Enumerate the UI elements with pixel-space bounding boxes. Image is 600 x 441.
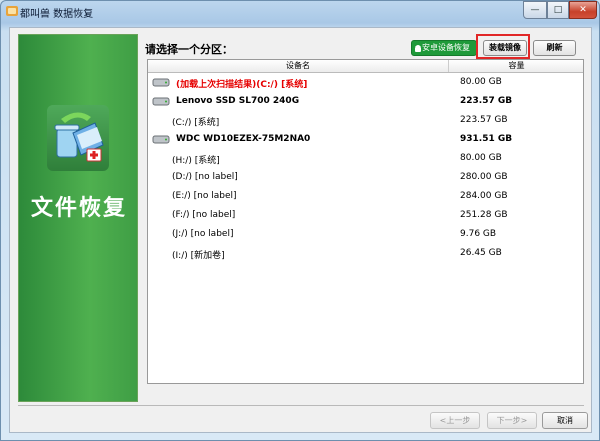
disk-drive-icon — [152, 97, 170, 106]
row-name: (I:/) [新加卷] — [172, 251, 225, 261]
title-bar[interactable]: 都叫兽 数据恢复 — □ ✕ — [1, 1, 599, 25]
main-window: 都叫兽 数据恢复 — □ ✕ 文件恢复 请选择一个分区： 安卓设备恢复 装载镜像… — [0, 0, 600, 441]
sidebar-title: 文件恢复 — [30, 196, 127, 221]
next-step-button[interactable]: 下一步> — [487, 412, 537, 429]
refresh-button[interactable]: 刷新 — [533, 40, 576, 56]
scan-result-row[interactable]: (加载上次扫描结果)(C:/) [系统] 80.00 GB — [148, 74, 583, 92]
previous-step-button[interactable]: <上一步 — [430, 412, 480, 429]
footer-divider — [18, 405, 584, 406]
row-name: (J:/) [no label] — [172, 229, 234, 239]
client-area: 文件恢复 请选择一个分区： 安卓设备恢复 装载镜像 刷新 设备名 容量 (加载上… — [9, 27, 592, 433]
window-title: 都叫兽 数据恢复 — [20, 9, 94, 20]
row-name: (F:/) [no label] — [172, 210, 236, 220]
partition-row[interactable]: (C:/) [系统] 223.57 GB — [148, 112, 583, 130]
android-recovery-button[interactable]: 安卓设备恢复 — [411, 40, 477, 56]
android-recovery-label: 安卓设备恢复 — [422, 43, 470, 52]
row-name: (加载上次扫描结果)(C:/) [系统] — [176, 80, 308, 90]
green-arrow-icon — [61, 112, 91, 123]
close-button[interactable]: ✕ — [569, 1, 597, 19]
row-name: (C:/) [系统] — [172, 118, 220, 128]
row-capacity: 931.51 GB — [460, 134, 513, 144]
disk-row[interactable]: Lenovo SSD SL700 240G 223.57 GB — [148, 93, 583, 111]
row-capacity: 80.00 GB — [460, 153, 502, 163]
android-icon — [415, 45, 421, 52]
row-name: Lenovo SSD SL700 240G — [176, 96, 300, 106]
app-icon — [6, 6, 18, 16]
partition-row[interactable]: (H:/) [系统] 80.00 GB — [148, 150, 583, 168]
disk-drive-icon — [152, 78, 170, 87]
maximize-button[interactable]: □ — [547, 1, 569, 19]
row-name: (H:/) [系统] — [172, 156, 220, 166]
list-header: 设备名 容量 — [148, 60, 583, 73]
partition-row[interactable]: (F:/) [no label] 251.28 GB — [148, 207, 583, 225]
row-capacity: 280.00 GB — [460, 172, 508, 182]
row-name: (D:/) [no label] — [172, 172, 238, 182]
row-capacity: 223.57 GB — [460, 115, 508, 125]
partition-row[interactable]: (E:/) [no label] 284.00 GB — [148, 188, 583, 206]
disk-drive-icon — [152, 135, 170, 144]
minimize-button[interactable]: — — [523, 1, 547, 19]
column-header-name[interactable]: 设备名 — [148, 60, 448, 72]
row-capacity: 9.76 GB — [460, 229, 497, 239]
cancel-button[interactable]: 取消 — [542, 412, 588, 429]
partition-prompt: 请选择一个分区： — [145, 43, 233, 56]
row-capacity: 26.45 GB — [460, 248, 502, 258]
row-capacity: 223.57 GB — [460, 96, 513, 106]
row-capacity: 80.00 GB — [460, 77, 502, 87]
recovery-logo — [47, 105, 109, 171]
row-name: WDC WD10EZEX-75M2NA0 — [176, 134, 311, 144]
row-capacity: 251.28 GB — [460, 210, 508, 220]
row-capacity: 284.00 GB — [460, 191, 508, 201]
partition-row[interactable]: (I:/) [新加卷] 26.45 GB — [148, 245, 583, 263]
partition-row[interactable]: (J:/) [no label] 9.76 GB — [148, 226, 583, 244]
column-header-capacity[interactable]: 容量 — [448, 60, 584, 72]
partition-row[interactable]: (D:/) [no label] 280.00 GB — [148, 169, 583, 187]
disk-row[interactable]: WDC WD10EZEX-75M2NA0 931.51 GB — [148, 131, 583, 149]
medical-cross-icon — [86, 148, 102, 162]
sidebar: 文件恢复 — [18, 34, 138, 402]
partition-list[interactable]: 设备名 容量 (加载上次扫描结果)(C:/) [系统] 80.00 GB Len… — [147, 59, 584, 384]
row-name: (E:/) [no label] — [172, 191, 237, 201]
